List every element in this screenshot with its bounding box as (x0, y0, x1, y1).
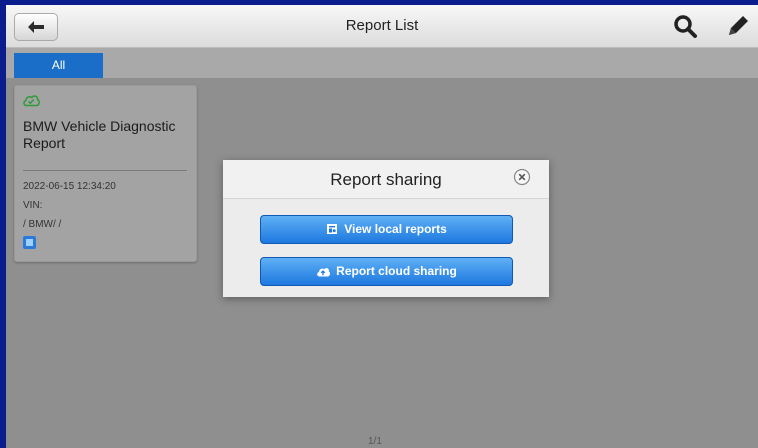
report-sharing-dialog: Report sharing View local reports Report… (223, 160, 549, 297)
dialog-body: View local reports Report cloud sharing (223, 199, 549, 297)
view-local-reports-label: View local reports (344, 222, 447, 236)
page-indicator: 1/1 (368, 436, 382, 447)
tab-all[interactable]: All (14, 53, 103, 78)
report-type-badge (23, 236, 36, 249)
cloud-upload-icon (317, 268, 331, 277)
pencil-icon (729, 16, 748, 35)
report-type-icon (26, 239, 33, 246)
tab-bar: All (6, 48, 758, 78)
cloud-check-icon (23, 95, 40, 107)
report-card[interactable]: BMW Vehicle Diagnostic Report 2022-06-15… (14, 85, 197, 262)
card-divider (23, 170, 187, 171)
local-report-icon (327, 224, 338, 234)
edit-button[interactable] (725, 13, 751, 39)
report-cloud-sharing-label: Report cloud sharing (336, 264, 457, 278)
top-bar: Report List (6, 5, 758, 48)
report-vin: VIN: (23, 200, 43, 211)
report-date: 2022-06-15 12:34:20 (23, 181, 116, 192)
dialog-header: Report sharing (223, 160, 549, 199)
report-cloud-sharing-button[interactable]: Report cloud sharing (260, 257, 513, 286)
app-screen: Report List All BMW Vehicle Diagnostic R… (6, 5, 758, 448)
report-title: BMW Vehicle Diagnostic Report (23, 118, 176, 151)
dialog-title: Report sharing (330, 170, 442, 189)
search-icon (674, 15, 697, 38)
search-button[interactable] (673, 14, 699, 40)
report-path: / BMW/ / (23, 219, 62, 230)
close-icon[interactable] (513, 168, 531, 186)
page-title: Report List (345, 17, 419, 34)
view-local-reports-button[interactable]: View local reports (260, 215, 513, 244)
